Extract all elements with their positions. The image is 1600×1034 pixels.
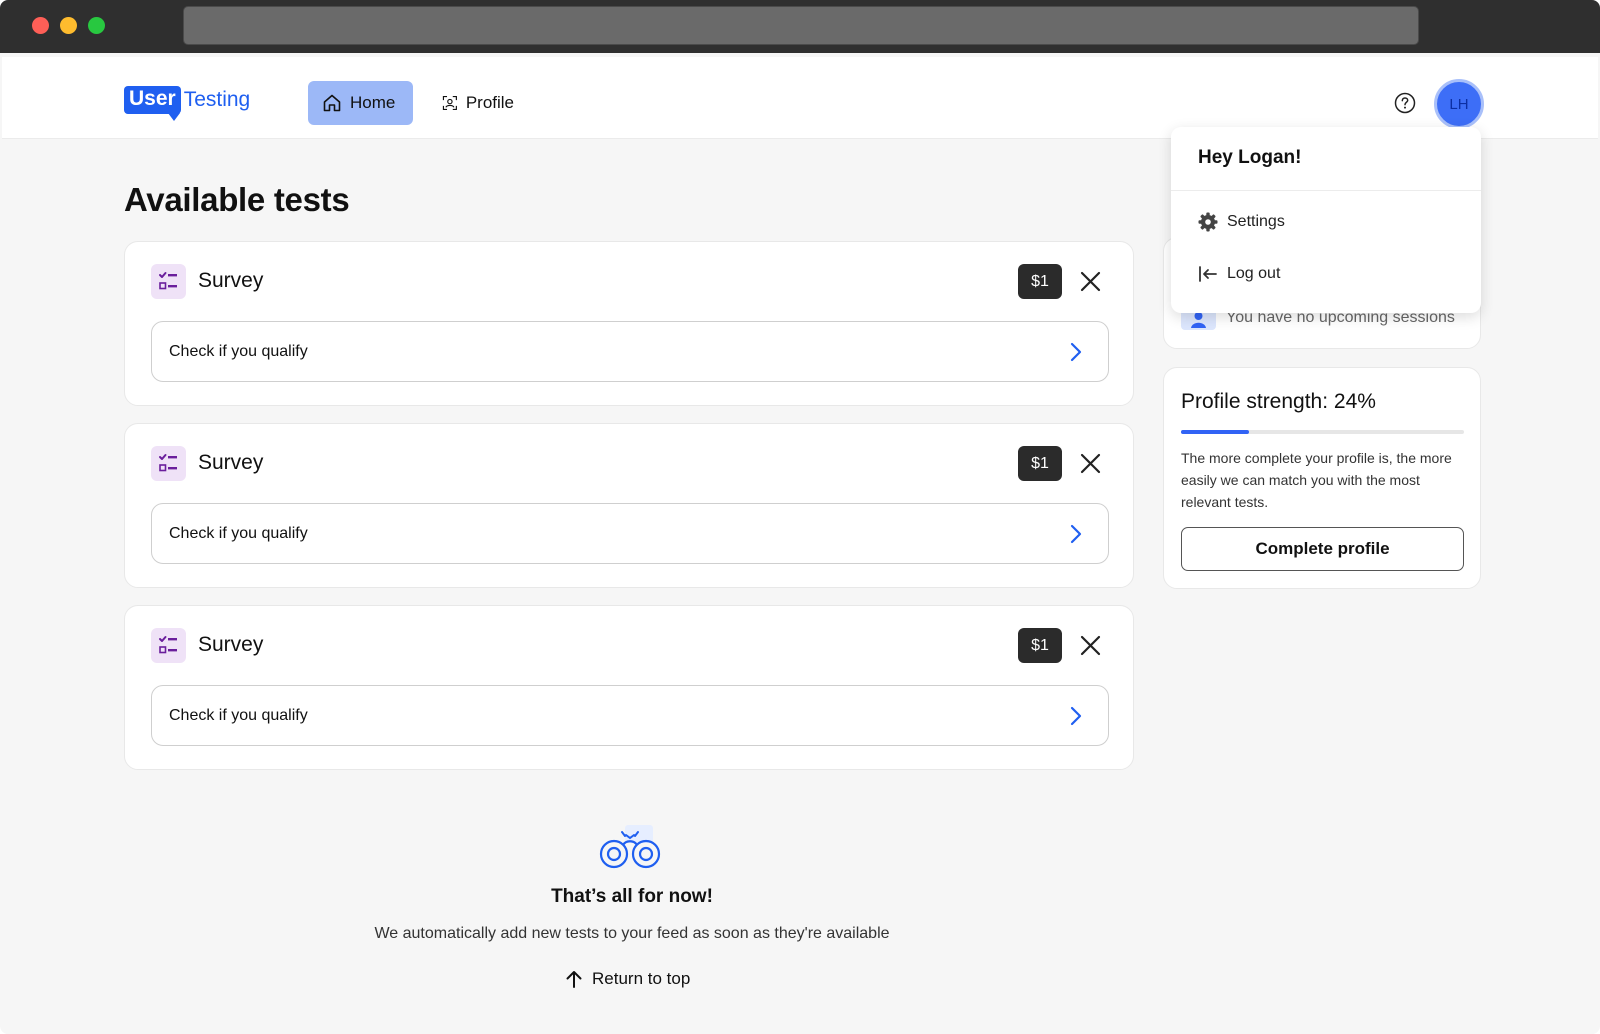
test-card: Survey $1 Check if you qualify — [124, 605, 1134, 770]
survey-checklist-icon — [151, 264, 186, 299]
profile-strength-progress-bar — [1181, 430, 1464, 434]
test-card: Survey $1 Check if you qualify — [124, 241, 1134, 406]
profile-strength-progress-fill — [1181, 430, 1249, 434]
nav-profile-label: Profile — [465, 93, 514, 112]
empty-state-description: We automatically add new tests to your f… — [374, 925, 890, 942]
nav-home-label: Home — [350, 93, 396, 112]
nav-profile-button[interactable]: Profile — [428, 81, 528, 125]
empty-state-title: That’s all for now! — [551, 886, 713, 907]
check-qualify-button[interactable]: Check if you qualify — [151, 321, 1109, 382]
menu-item-settings-label: Settings — [1227, 213, 1285, 230]
check-qualify-label: Check if you qualify — [169, 707, 308, 724]
dismiss-test-close-icon[interactable] — [1076, 449, 1105, 478]
chevron-right-icon — [1070, 342, 1082, 362]
dismiss-test-close-icon[interactable] — [1076, 267, 1105, 296]
gear-icon — [1198, 212, 1218, 232]
complete-profile-label: Complete profile — [1255, 539, 1390, 558]
close-window-button[interactable] — [32, 17, 49, 34]
logo-testing-text: Testing — [183, 88, 251, 111]
chevron-right-icon — [1070, 706, 1082, 726]
page: User Testing Home Profile LH Available t… — [2, 53, 1598, 1034]
title-bar — [0, 0, 1600, 53]
test-card: Survey $1 Check if you qualify — [124, 423, 1134, 588]
test-type-label: Survey — [198, 451, 264, 474]
account-greeting: Hey Logan! — [1198, 147, 1302, 168]
profile-strength-title: Profile strength: 24% — [1181, 390, 1376, 413]
avatar-initials: LH — [1449, 95, 1469, 113]
check-qualify-label: Check if you qualify — [169, 343, 308, 360]
help-icon[interactable] — [1394, 92, 1416, 114]
profile-strength-description: The more complete your profile is, the m… — [1181, 450, 1452, 510]
logo-user-text: User — [124, 86, 181, 121]
usertesting-logo[interactable]: User Testing — [124, 83, 251, 121]
home-icon — [323, 94, 341, 112]
menu-divider — [1171, 190, 1481, 191]
address-bar[interactable] — [183, 6, 1419, 45]
price-badge: $1 — [1018, 264, 1062, 299]
binoculars-icon — [599, 825, 661, 869]
survey-checklist-icon — [151, 446, 186, 481]
price-badge: $1 — [1018, 628, 1062, 663]
menu-item-logout-label: Log out — [1227, 265, 1281, 282]
chevron-right-icon — [1070, 524, 1082, 544]
maximize-window-button[interactable] — [88, 17, 105, 34]
logout-icon — [1199, 266, 1217, 282]
arrow-up-icon — [566, 971, 582, 988]
menu-item-settings[interactable]: Settings — [1198, 207, 1285, 237]
browser-window: User Testing Home Profile LH Available t… — [0, 0, 1600, 1034]
check-qualify-button[interactable]: Check if you qualify — [151, 685, 1109, 746]
page-title: Available tests — [124, 181, 350, 218]
complete-profile-button[interactable]: Complete profile — [1181, 527, 1464, 571]
minimize-window-button[interactable] — [60, 17, 77, 34]
account-avatar[interactable]: LH — [1434, 79, 1484, 129]
menu-item-logout[interactable]: Log out — [1198, 259, 1280, 289]
return-to-top-label: Return to top — [592, 969, 691, 988]
dismiss-test-close-icon[interactable] — [1076, 631, 1105, 660]
survey-checklist-icon — [151, 628, 186, 663]
nav-home-button[interactable]: Home — [308, 81, 413, 125]
test-type-label: Survey — [198, 633, 264, 656]
price-badge: $1 — [1018, 446, 1062, 481]
account-dropdown-menu: Hey Logan! Settings Log out — [1171, 127, 1481, 313]
test-type-label: Survey — [198, 269, 264, 292]
return-to-top-link[interactable]: Return to top — [564, 965, 690, 993]
check-qualify-button[interactable]: Check if you qualify — [151, 503, 1109, 564]
profile-icon — [442, 95, 457, 111]
profile-strength-card: Profile strength: 24% The more complete … — [1163, 367, 1481, 589]
check-qualify-label: Check if you qualify — [169, 525, 308, 542]
